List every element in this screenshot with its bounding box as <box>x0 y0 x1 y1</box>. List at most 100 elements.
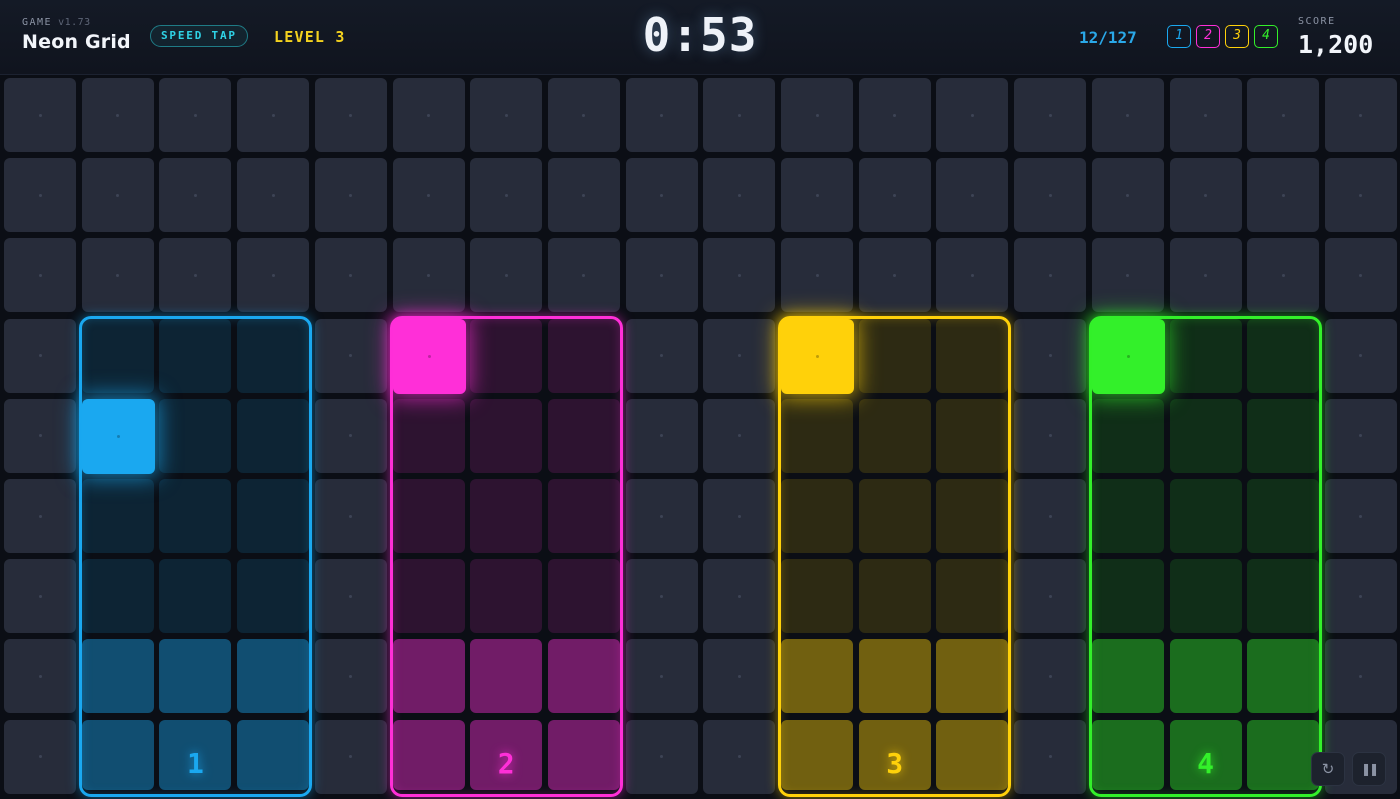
grid-cell[interactable] <box>625 719 698 794</box>
grid-cell[interactable] <box>392 158 465 233</box>
grid-cell[interactable] <box>314 158 387 233</box>
grid-cell[interactable] <box>703 559 776 634</box>
grid-cell[interactable] <box>1091 78 1164 152</box>
pause-button[interactable]: ❚❚ <box>1352 752 1386 786</box>
grid-cell[interactable] <box>781 158 853 233</box>
grid-cell[interactable] <box>858 238 931 313</box>
grid-cell[interactable] <box>1324 238 1397 313</box>
restart-button[interactable]: ↻ <box>1311 752 1345 786</box>
grid-cell[interactable] <box>547 238 620 313</box>
grid-cell[interactable] <box>1324 398 1397 473</box>
grid-cell[interactable] <box>159 238 232 313</box>
grid-cell[interactable] <box>4 318 76 393</box>
grid-cell[interactable] <box>703 78 776 152</box>
grid-cell[interactable] <box>81 238 154 313</box>
grid-cell[interactable] <box>1247 78 1320 152</box>
grid-cell[interactable] <box>625 398 698 473</box>
grid-cell[interactable] <box>314 719 387 794</box>
grid-cell[interactable] <box>1324 479 1397 553</box>
grid-cell[interactable] <box>1324 318 1397 393</box>
grid-cell[interactable] <box>625 158 698 233</box>
grid-cell[interactable] <box>81 78 154 152</box>
grid-cell[interactable] <box>703 238 776 313</box>
active-tile-4[interactable] <box>1091 318 1165 394</box>
grid-cell[interactable] <box>314 639 387 714</box>
grid-cell[interactable] <box>625 238 698 313</box>
grid-cell[interactable] <box>625 639 698 714</box>
grid-cell[interactable] <box>1014 158 1087 233</box>
grid-cell[interactable] <box>1169 158 1242 233</box>
grid-cell[interactable] <box>1014 479 1087 553</box>
grid-cell[interactable] <box>703 158 776 233</box>
grid-cell[interactable] <box>625 78 698 152</box>
cell-dot <box>1126 193 1130 197</box>
grid-cell[interactable] <box>4 238 76 313</box>
grid-cell[interactable] <box>237 158 310 233</box>
grid-cell[interactable] <box>1014 238 1087 313</box>
grid-cell[interactable] <box>703 719 776 794</box>
active-tile-2[interactable] <box>392 318 466 394</box>
grid-cell[interactable] <box>1324 158 1397 233</box>
grid-cell[interactable] <box>237 238 310 313</box>
grid-cell[interactable] <box>858 158 931 233</box>
grid-cell[interactable] <box>470 78 543 152</box>
grid-cell[interactable] <box>4 78 76 152</box>
grid-cell[interactable] <box>81 158 154 233</box>
grid-cell[interactable] <box>4 158 76 233</box>
grid-cell[interactable] <box>936 158 1009 233</box>
grid-cell[interactable] <box>547 78 620 152</box>
lane-1[interactable]: 1 <box>78 315 313 797</box>
grid-cell[interactable] <box>1324 78 1397 152</box>
grid-cell[interactable] <box>1014 398 1087 473</box>
grid-cell[interactable] <box>1247 238 1320 313</box>
grid-cell[interactable] <box>314 398 387 473</box>
grid-cell[interactable] <box>1014 719 1087 794</box>
grid-cell[interactable] <box>858 78 931 152</box>
grid-cell[interactable] <box>4 559 76 634</box>
grid-cell[interactable] <box>1324 559 1397 634</box>
grid-cell[interactable] <box>4 719 76 794</box>
grid-cell[interactable] <box>1014 78 1087 152</box>
active-tile-3[interactable] <box>781 318 854 394</box>
grid-cell[interactable] <box>1014 639 1087 714</box>
grid-cell[interactable] <box>314 559 387 634</box>
grid-cell[interactable] <box>4 639 76 714</box>
grid-cell[interactable] <box>470 238 543 313</box>
grid-cell[interactable] <box>1014 559 1087 634</box>
grid-cell[interactable] <box>159 78 232 152</box>
grid-cell[interactable] <box>314 318 387 393</box>
grid-cell[interactable] <box>4 398 76 473</box>
grid-cell[interactable] <box>781 78 853 152</box>
grid-cell[interactable] <box>625 559 698 634</box>
grid-cell[interactable] <box>703 318 776 393</box>
grid-cell[interactable] <box>1169 78 1242 152</box>
game-board[interactable]: 1 2 3 4 <box>0 74 1400 799</box>
grid-cell[interactable] <box>392 238 465 313</box>
grid-cell[interactable] <box>1169 238 1242 313</box>
grid-cell[interactable] <box>1324 639 1397 714</box>
grid-cell[interactable] <box>625 318 698 393</box>
grid-cell[interactable] <box>237 78 310 152</box>
grid-cell[interactable] <box>314 238 387 313</box>
grid-cell[interactable] <box>703 479 776 553</box>
grid-cell[interactable] <box>625 479 698 553</box>
grid-cell[interactable] <box>392 78 465 152</box>
grid-cell[interactable] <box>781 238 853 313</box>
cell-dot <box>737 514 741 518</box>
grid-cell[interactable] <box>1091 238 1164 313</box>
grid-cell[interactable] <box>159 158 232 233</box>
grid-cell[interactable] <box>936 238 1009 313</box>
grid-cell[interactable] <box>470 158 543 233</box>
grid-cell[interactable] <box>4 479 76 553</box>
active-tile-1[interactable] <box>81 398 155 474</box>
grid-cell[interactable] <box>703 398 776 473</box>
grid-cell[interactable] <box>703 639 776 714</box>
grid-cell[interactable] <box>1247 158 1320 233</box>
grid-cell[interactable] <box>1091 158 1164 233</box>
grid-cell[interactable] <box>936 78 1009 152</box>
grid-cell[interactable] <box>314 78 387 152</box>
cell-dot <box>504 273 508 277</box>
grid-cell[interactable] <box>1014 318 1087 393</box>
grid-cell[interactable] <box>314 479 387 553</box>
grid-cell[interactable] <box>547 158 620 233</box>
